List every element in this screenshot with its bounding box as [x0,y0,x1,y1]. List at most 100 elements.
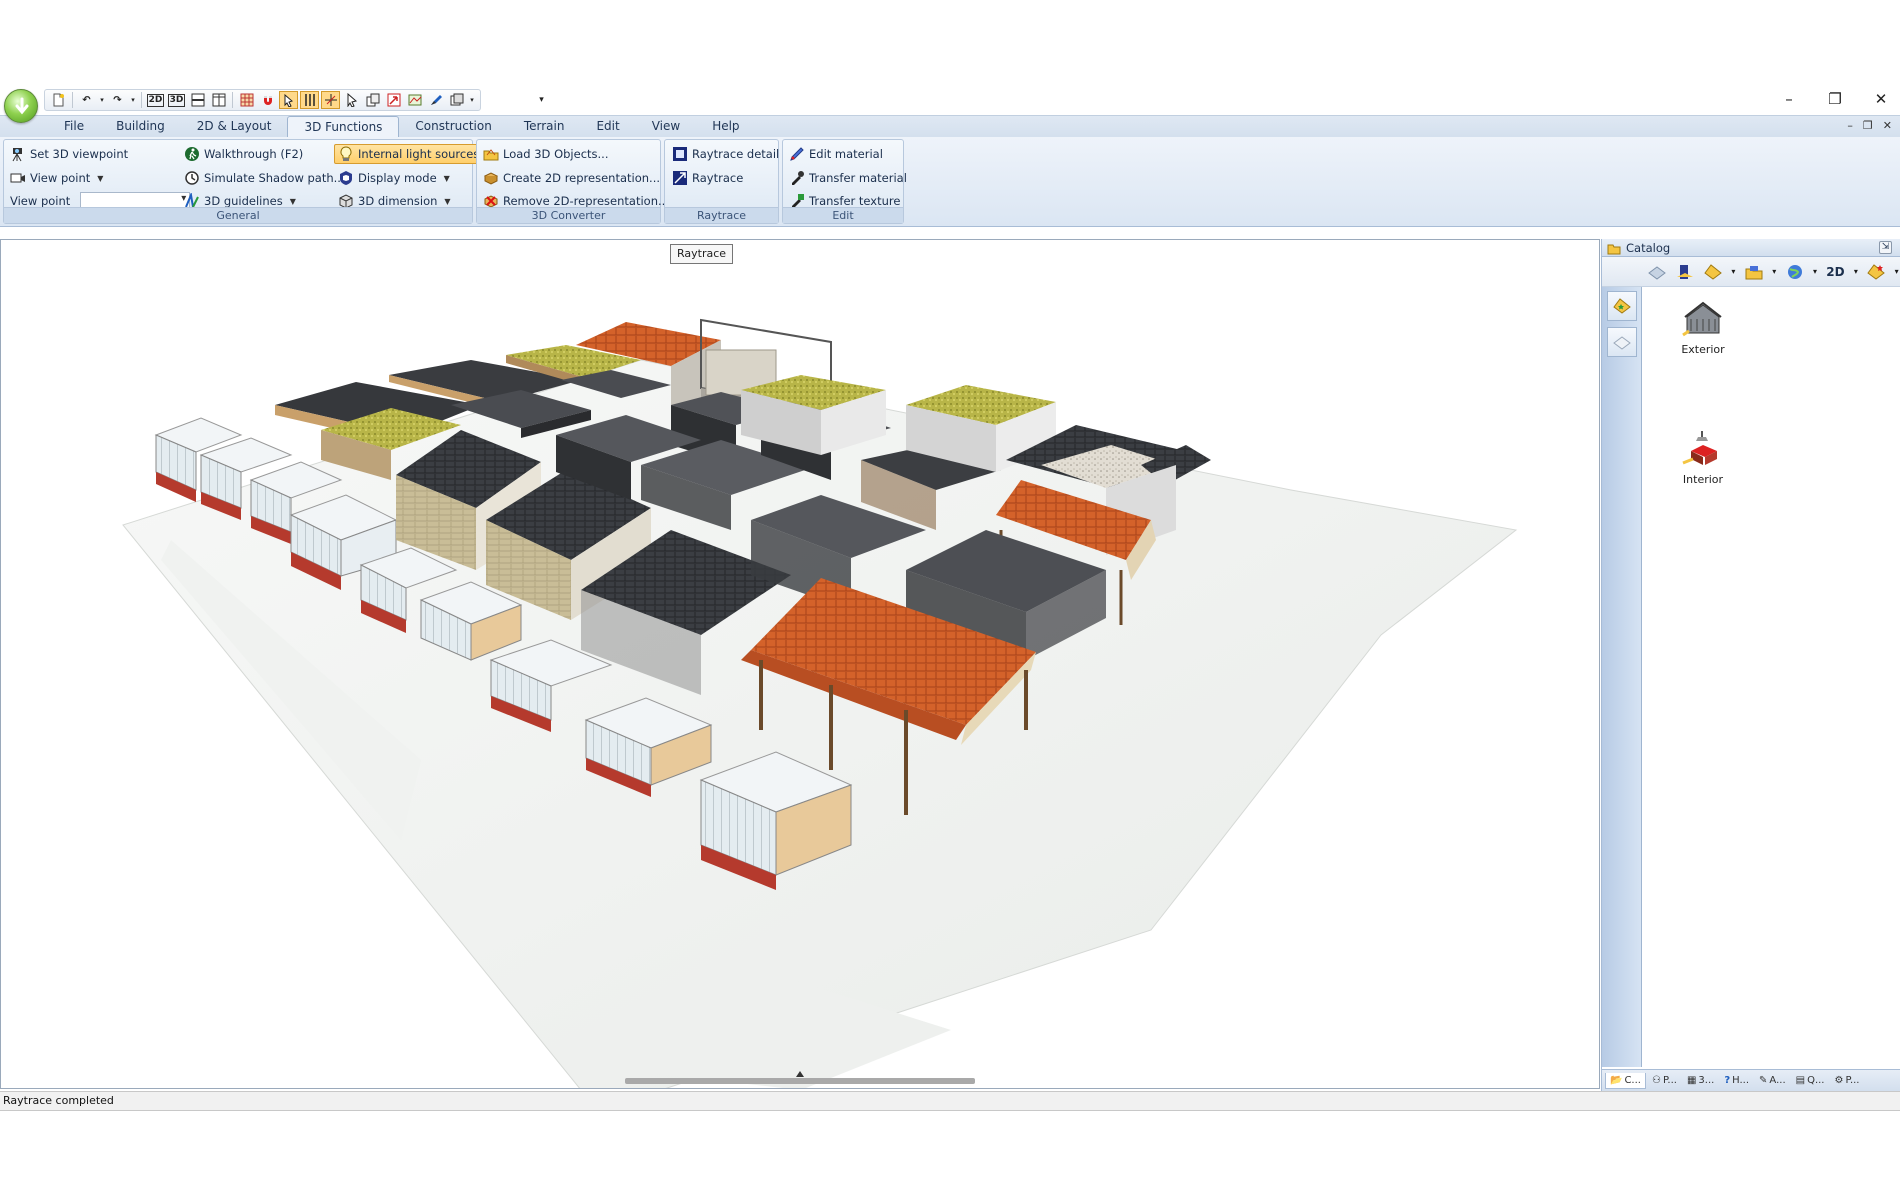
view-point-menu-button[interactable]: View point ▼ [10,168,103,188]
split-horizontal-icon[interactable] [188,91,207,109]
snap-angle-icon[interactable] [321,91,340,109]
catalog-tab-label: P... [1845,1075,1860,1086]
catalog-tab-q[interactable]: ▤ Q... [1792,1073,1829,1088]
mode-2d-label: 2D [146,93,165,107]
customize-qat-icon[interactable]: ▾ [532,91,551,109]
catalog-tab-p[interactable]: ⚇ P... [1648,1073,1681,1088]
tab-view[interactable]: View [636,116,696,138]
catalog-favorites-icon[interactable] [1606,291,1637,321]
3d-guidelines-label: 3D guidelines [204,194,283,208]
internal-light-sources-button[interactable]: Internal light sources [334,144,485,164]
measure-icon[interactable] [405,91,424,109]
tab-file[interactable]: File [48,116,100,138]
tab-help[interactable]: Help [696,116,755,138]
catalog-tab-3[interactable]: ▦ 3... [1683,1073,1718,1088]
catalog-dropdown-icon[interactable]: ▾ [1812,261,1819,283]
redo-dropdown-icon[interactable]: ▾ [129,91,137,109]
catalog-dropdown-icon[interactable]: ▾ [1730,261,1737,283]
mode-3d-label: 3D [167,93,186,107]
create-representation-icon [483,170,499,186]
catalog-tab-h[interactable]: ? H... [1720,1073,1753,1088]
create-2d-representation-button[interactable]: Create 2D representation... [483,168,660,188]
object-properties-icon[interactable] [447,91,466,109]
catalog-dropdown-icon[interactable]: ▾ [1893,261,1900,283]
raytrace-detail-button[interactable]: Raytrace detail [672,144,779,164]
simulate-shadow-button[interactable]: Simulate Shadow path... [184,168,345,188]
catalog-2d-button[interactable]: 2D [1824,261,1846,283]
ribbon-tabs-bar: File Building 2D & Layout 3D Functions C… [0,115,1900,138]
tab-3d-functions[interactable]: 3D Functions [287,116,400,138]
scroll-indicator-icon[interactable] [796,1071,804,1077]
doc-minimize-icon[interactable]: – [1847,119,1853,132]
transfer-material-button[interactable]: Transfer material [789,168,907,188]
catalog-item-interior[interactable]: Interior [1658,429,1748,486]
catalog-sidebar [1602,287,1642,1067]
tab-building[interactable]: Building [100,116,181,138]
minimize-icon[interactable]: – [1780,90,1798,108]
catalog-open-icon[interactable] [1702,261,1724,283]
remove-2d-representation-label: Remove 2D-representation... [503,194,669,208]
catalog-dropdown-icon[interactable]: ▾ [1771,261,1778,283]
doc-restore-icon[interactable]: ❐ [1863,119,1873,132]
catalog-back-icon[interactable] [1646,261,1668,283]
catalog-title-bar: Catalog ⇲ [1602,239,1900,257]
transfer-texture-label: Transfer texture [809,194,901,208]
qat-more-dropdown-icon[interactable]: ▾ [468,91,476,109]
catalog-door-icon[interactable] [1674,261,1696,283]
catalog-folder-icon[interactable] [1743,261,1765,283]
catalog-tab-p2[interactable]: ⚙ P... [1831,1073,1864,1088]
snap-lines-icon[interactable] [300,91,319,109]
edit-material-button[interactable]: Edit material [789,144,883,164]
select-arrow-icon[interactable] [342,91,361,109]
catalog-star-folder-icon[interactable] [1865,261,1887,283]
internal-light-sources-label: Internal light sources [358,147,480,161]
move-object-icon[interactable] [384,91,403,109]
interior-furniture-icon [1681,429,1725,469]
exterior-building-icon [1681,299,1725,339]
open-folder-icon [483,146,499,162]
catalog-library-icon[interactable] [1606,327,1637,357]
load-3d-objects-button[interactable]: Load 3D Objects... [483,144,608,164]
brush-edit-icon [789,146,805,162]
snap-point-icon[interactable] [279,91,298,109]
split-vertical-icon[interactable] [209,91,228,109]
catalog-tab-c[interactable]: 📂 C... [1605,1072,1646,1089]
catalog-toolbar: ▾ ▾ ▾ 2D ▾ ▾ [1602,257,1900,287]
tab-edit[interactable]: Edit [580,116,635,138]
close-icon[interactable]: ✕ [1872,90,1890,108]
new-file-icon[interactable] [49,91,68,109]
ribbon-group-3d-converter: Load 3D Objects... Create 2D representat… [476,139,669,224]
catalog-dropdown-icon[interactable]: ▾ [1852,261,1859,283]
mode-2d-button[interactable]: 2D [146,91,165,109]
display-mode-button[interactable]: Display mode ▼ [338,168,450,188]
grid-icon[interactable] [237,91,256,109]
catalog-tab-a[interactable]: ✎ A... [1755,1073,1790,1088]
undo-dropdown-icon[interactable]: ▾ [98,91,106,109]
set-3d-viewpoint-label: Set 3D viewpoint [30,147,129,161]
restore-icon[interactable]: ❐ [1826,90,1844,108]
3d-viewport[interactable] [0,239,1600,1089]
status-bar: Raytrace completed [0,1091,1900,1111]
mode-3d-button[interactable]: 3D [167,91,186,109]
help-icon: ? [1724,1075,1731,1086]
catalog-2d-label: 2D [1826,264,1845,279]
copy-object-icon[interactable] [363,91,382,109]
paint-brush-icon[interactable] [426,91,445,109]
quantities-icon: ▤ [1795,1075,1806,1086]
magnet-icon[interactable] [258,91,277,109]
tab-construction[interactable]: Construction [399,116,507,138]
set-3d-viewpoint-button[interactable]: Set 3D viewpoint [10,144,128,164]
chevron-down-icon: ▼ [443,173,450,183]
catalog-item-exterior[interactable]: Exterior [1658,299,1748,356]
redo-icon[interactable]: ↷ [108,91,127,109]
undo-icon[interactable]: ↶ [77,91,96,109]
raytrace-button[interactable]: Raytrace [672,168,743,188]
catalog-globe-icon[interactable] [1784,261,1806,283]
viewport-splitter-bar[interactable] [625,1078,975,1084]
doc-close-icon[interactable]: ✕ [1883,119,1892,132]
walkthrough-button[interactable]: Walkthrough (F2) [184,144,303,164]
tab-terrain[interactable]: Terrain [508,116,581,138]
tab-2d-layout[interactable]: 2D & Layout [181,116,288,138]
application-menu-button[interactable] [4,89,38,123]
pin-icon[interactable]: ⇲ [1879,241,1892,254]
